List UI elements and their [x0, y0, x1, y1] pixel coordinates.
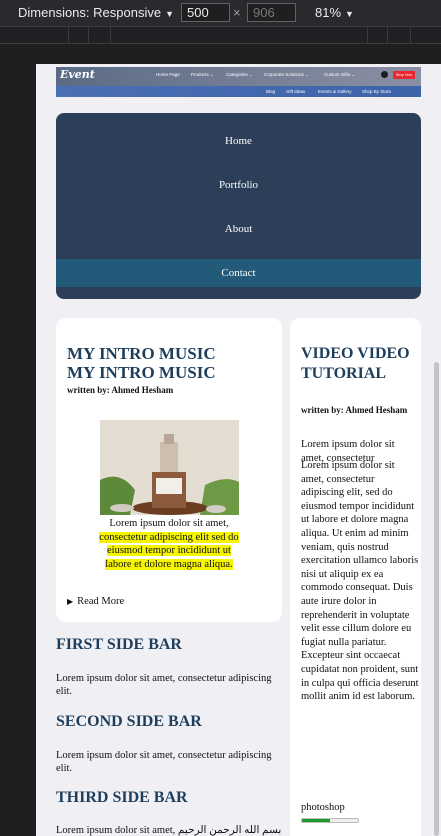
page-scrollbar-thumb[interactable] — [434, 362, 439, 836]
user-icon — [381, 71, 388, 78]
chevron-down-icon: ▼ — [345, 9, 354, 19]
nav-item-categories: Categories ⌄ — [226, 72, 253, 77]
sidebar-title-second: SECOND SIDE BAR — [56, 713, 202, 730]
video-card: VIDEO VIDEO TUTORIAL written by: Ahmed H… — [290, 318, 421, 836]
sidebar-title-third: THIRD SIDE BAR — [56, 789, 188, 806]
page-viewport: Event Home Page Products ⌄ Categories ⌄ … — [36, 64, 441, 836]
nav-item-blog: Blog — [266, 89, 276, 94]
nav-item-corporate: Corporate Solutions ⌄ — [264, 72, 309, 77]
video-byline: written by: Ahmed Hesham — [301, 405, 408, 415]
site-header-image: Event Home Page Products ⌄ Categories ⌄ … — [56, 67, 421, 97]
chevron-down-icon: ▼ — [165, 9, 174, 19]
skill-label: photoshop — [301, 802, 345, 813]
menu-item-contact[interactable]: Contact — [56, 259, 421, 287]
nav-item-events: Events & Gallery — [318, 89, 352, 94]
highlighted-text: consectetur adipiscing elit sed do eiusm… — [99, 531, 239, 570]
nav-item-home: Home Page — [156, 72, 180, 77]
height-input[interactable]: 906 — [247, 3, 296, 22]
nav-item-gift-ideas: Gift Ideas — [286, 89, 306, 94]
header-cta-button: Shop Now — [393, 71, 415, 79]
device-frame-margin — [0, 44, 36, 836]
skill-progress-bar — [301, 818, 359, 823]
dimensions-label: Dimensions: Responsive — [18, 5, 162, 20]
dimensions-dropdown[interactable]: Dimensions: Responsive ▼ — [18, 5, 174, 20]
zoom-dropdown[interactable]: 81% ▼ — [315, 5, 354, 20]
zoom-label: 81% — [315, 5, 342, 20]
article-title-line: MY INTRO MUSIC — [67, 344, 216, 363]
article-byline: written by: Ahmed Hesham — [67, 385, 174, 395]
article-title-line: MY INTRO MUSIC — [67, 363, 216, 382]
video-title: VIDEO VIDEO TUTORIAL — [301, 345, 410, 382]
media-query-bar[interactable] — [0, 26, 441, 44]
nav-item-products: Products ⌄ — [191, 72, 214, 77]
article-card: MY INTRO MUSIC MY INTRO MUSIC written by… — [56, 318, 282, 622]
nav-item-custom-gifts: Custom Gifts ⌄ — [324, 72, 356, 77]
video-text: Lorem ipsum dolor sit amet, consectetur … — [301, 460, 419, 703]
menu-item-about[interactable]: About — [56, 215, 421, 243]
article-body: Lorem ipsum dolor sit amet, consectetur … — [98, 517, 240, 571]
skill-progress-fill — [302, 819, 330, 822]
menu-item-home[interactable]: Home — [56, 127, 421, 155]
article-title: MY INTRO MUSIC MY INTRO MUSIC — [67, 344, 216, 382]
sidebar-text-first: Lorem ipsum dolor sit amet, consectetur … — [56, 673, 272, 697]
menu-item-portfolio[interactable]: Portfolio — [56, 171, 421, 199]
site-logo: Event — [60, 68, 95, 81]
sidebar-title-first: FIRST SIDE BAR — [56, 636, 182, 653]
times-icon: × — [233, 5, 241, 20]
nav-item-shop-by-store: Shop By Store — [362, 89, 392, 94]
sidebar-text-second: Lorem ipsum dolor sit amet, consectetur … — [56, 750, 272, 774]
read-more-toggle[interactable]: ▶ Read More — [67, 596, 124, 607]
triangle-right-icon: ▶ — [67, 597, 74, 606]
product-photo — [100, 420, 239, 515]
sidebar-text-third: Lorem ipsum dolor sit amet, بسم الله الر… — [56, 825, 282, 836]
article-body-text: Lorem ipsum dolor sit amet, — [109, 518, 229, 529]
mobile-nav-menu: Home Portfolio About Contact — [56, 113, 421, 299]
devtools-toolbar: Dimensions: Responsive ▼ 500 × 906 81% ▼ — [0, 0, 441, 26]
width-input[interactable]: 500 — [181, 3, 230, 22]
read-more-label: Read More — [77, 596, 125, 607]
